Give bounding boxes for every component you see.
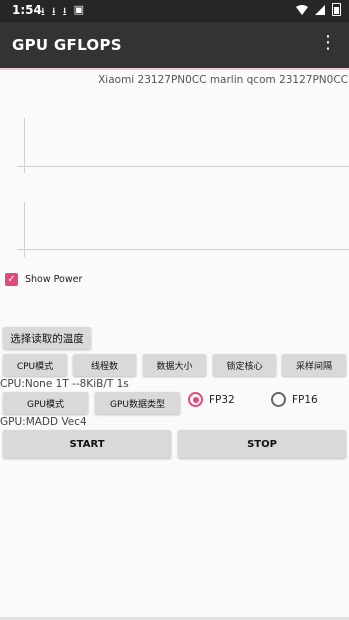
cpu-info: CPU:None 1T --8KiB/T 1s <box>0 378 129 390</box>
app-title: GPU GFLOPS <box>12 36 122 54</box>
more-vert-icon[interactable]: ⋮ <box>319 34 337 52</box>
signal-icon <box>315 4 325 15</box>
a-icon: ▣ <box>73 3 84 16</box>
thread-count-button[interactable]: 线程数 <box>73 354 136 376</box>
gpu-data-type-button[interactable]: GPU数据类型 <box>95 392 180 414</box>
graph-axis-horizontal <box>17 166 349 167</box>
radio-selected-icon[interactable] <box>188 392 203 407</box>
status-time: 1:54 <box>12 3 42 17</box>
graph-axis-vertical-top <box>24 118 25 173</box>
fp32-label: FP32 <box>209 393 235 406</box>
app-bar: GPU GFLOPS ⋮ <box>0 22 349 68</box>
download-icon: ⭳ <box>41 5 45 18</box>
device-info: Xiaomi 23127PN0CC marlin qcom 23127PN0CC <box>98 74 348 86</box>
show-power-checkbox[interactable]: ✓ Show Power <box>5 273 82 286</box>
data-size-button[interactable]: 数据大小 <box>143 354 206 376</box>
stop-button[interactable]: STOP <box>178 430 346 458</box>
gpu-info: GPU:MADD Vec4 <box>0 416 87 428</box>
lock-core-button[interactable]: 锁定核心 <box>213 354 276 376</box>
fp16-radio[interactable]: FP16 <box>271 392 318 407</box>
fp32-radio[interactable]: FP32 <box>188 392 235 407</box>
gpu-mode-button[interactable]: GPU模式 <box>3 392 88 414</box>
status-bar: 1:54 ⭳ ⭳ ⭳ ▣ <box>0 0 349 22</box>
show-power-label: Show Power <box>25 274 83 285</box>
fp16-label: FP16 <box>292 393 318 406</box>
wifi-icon <box>296 4 308 15</box>
select-temperature-button[interactable]: 选择读取的温度 <box>3 327 91 349</box>
start-button[interactable]: START <box>3 430 171 458</box>
appbar-divider <box>0 68 349 70</box>
download-icon: ⭳ <box>62 5 67 18</box>
radio-unselected-icon[interactable] <box>271 392 286 407</box>
cpu-mode-button[interactable]: CPU模式 <box>3 354 67 376</box>
check-icon[interactable]: ✓ <box>5 273 18 286</box>
sample-interval-button[interactable]: 采样间隔 <box>282 354 346 376</box>
download-icon: ⭳ <box>51 5 56 18</box>
graph-axis-horizontal-bottom <box>17 249 349 250</box>
battery-icon <box>332 3 341 16</box>
